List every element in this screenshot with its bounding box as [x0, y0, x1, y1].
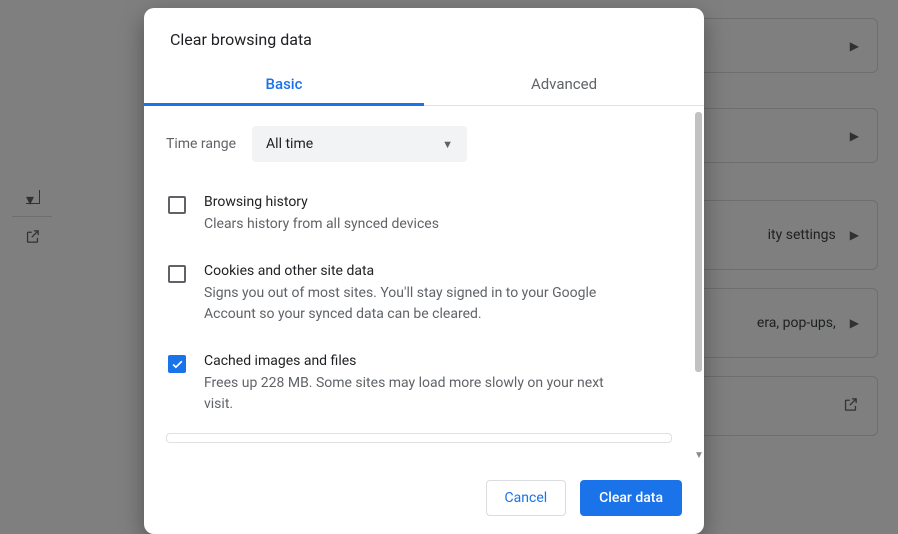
dialog-body: Time range All time ▼ Browsing history C…	[144, 106, 704, 462]
chevron-down-icon: ▼	[442, 138, 453, 151]
option-title: Cached images and files	[204, 353, 634, 369]
option-desc: Frees up 228 MB. Some sites may load mor…	[204, 373, 634, 415]
dialog-tabs: Basic Advanced	[144, 63, 704, 106]
option-desc: Signs you out of most sites. You'll stay…	[204, 283, 634, 325]
option-cookies: Cookies and other site data Signs you ou…	[166, 249, 672, 339]
option-title: Browsing history	[204, 194, 439, 210]
option-browsing-history: Browsing history Clears history from all…	[166, 180, 672, 249]
tab-advanced[interactable]: Advanced	[424, 63, 704, 105]
clear-browsing-data-dialog: Clear browsing data Basic Advanced Time …	[144, 8, 704, 534]
checkbox-cached[interactable]	[168, 355, 186, 373]
checkbox-browsing-history[interactable]	[168, 196, 186, 214]
option-desc: Clears history from all synced devices	[204, 214, 439, 235]
scrollbar-track[interactable]: ▼	[694, 106, 704, 462]
tab-basic[interactable]: Basic	[144, 63, 424, 105]
time-range-label: Time range	[166, 136, 236, 152]
time-range-row: Time range All time ▼	[166, 120, 672, 180]
dialog-scroll-area: Time range All time ▼ Browsing history C…	[144, 106, 694, 462]
cancel-button[interactable]: Cancel	[486, 480, 567, 516]
option-cached: Cached images and files Frees up 228 MB.…	[166, 339, 672, 429]
info-box-partial	[166, 433, 672, 443]
scrollbar-thumb[interactable]	[695, 112, 702, 372]
scroll-down-icon[interactable]: ▼	[694, 450, 704, 460]
option-title: Cookies and other site data	[204, 263, 634, 279]
dialog-footer: Cancel Clear data	[144, 462, 704, 534]
time-range-select[interactable]: All time ▼	[252, 126, 467, 162]
time-range-value: All time	[266, 136, 313, 152]
checkbox-cookies[interactable]	[168, 265, 186, 283]
clear-data-button[interactable]: Clear data	[580, 480, 682, 516]
dialog-title: Clear browsing data	[144, 8, 704, 63]
